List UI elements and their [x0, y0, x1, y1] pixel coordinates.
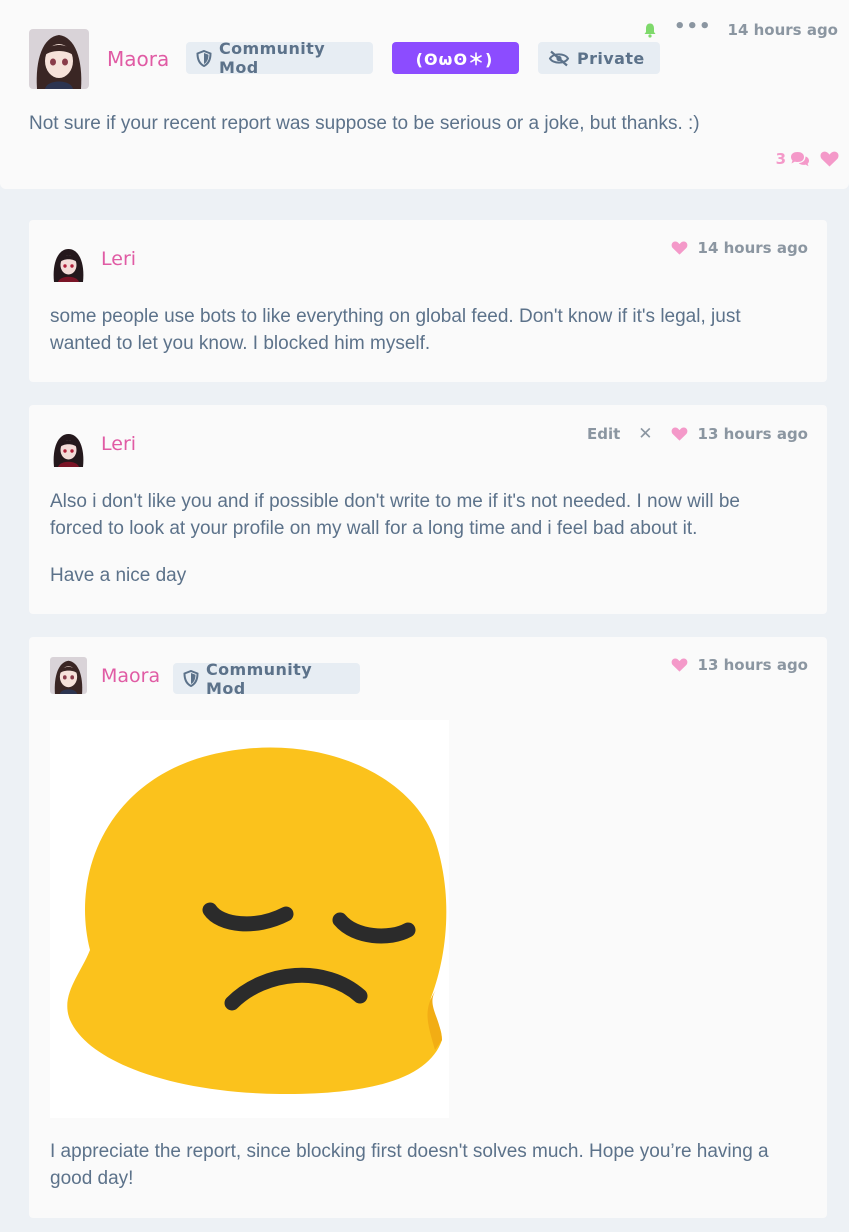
- reply-count: 3: [775, 150, 786, 168]
- reply-meta: 14 hours ago: [671, 239, 808, 257]
- eye-off-icon: [548, 50, 570, 66]
- heart-icon[interactable]: [671, 241, 688, 255]
- badge-label: Community Mod: [206, 659, 313, 698]
- reply-time[interactable]: 14 hours ago: [698, 239, 808, 257]
- heart-icon[interactable]: [671, 658, 688, 672]
- post-actions: ••• 14 hours ago: [642, 18, 838, 40]
- badge-label: Community Mod: [219, 39, 326, 77]
- comments-icon: [791, 152, 809, 167]
- pensive-face-emoji-image[interactable]: [50, 720, 449, 1118]
- paragraph: Have a nice day: [50, 565, 187, 586]
- reply-text: some people use bots to like everything …: [50, 303, 797, 357]
- close-icon[interactable]: ✕: [638, 424, 652, 444]
- reply-time[interactable]: 13 hours ago: [698, 656, 808, 674]
- paragraph: some people use bots to like everything …: [50, 306, 741, 354]
- more-dots-icon[interactable]: •••: [674, 18, 712, 36]
- bell-icon[interactable]: [642, 22, 658, 38]
- shield-icon: [196, 49, 212, 67]
- reply-card: Maora Community Mod 13 hours ago I appre…: [29, 637, 827, 1218]
- avatar[interactable]: [50, 245, 87, 282]
- avatar[interactable]: [50, 430, 87, 467]
- reply-text: I appreciate the report, since blocking …: [50, 1138, 797, 1192]
- private-badge: Private: [538, 42, 660, 74]
- reply-card: Leri 14 hours ago some people use bots t…: [29, 220, 827, 382]
- badge-label: Private: [577, 48, 645, 68]
- paragraph: I appreciate the report, since blocking …: [50, 1141, 769, 1189]
- reply-text: Also i don't like you and if possible do…: [50, 488, 797, 589]
- avatar[interactable]: [50, 657, 87, 694]
- badge-label: (ʘωʘ＊): [415, 50, 494, 69]
- author-name[interactable]: Leri: [101, 248, 136, 270]
- author-name[interactable]: Leri: [101, 433, 136, 455]
- reply-meta: Edit ✕ 13 hours ago: [587, 424, 808, 444]
- author-name[interactable]: Maora: [107, 47, 169, 71]
- edit-button[interactable]: Edit: [587, 425, 620, 443]
- reply-count-button[interactable]: 3: [776, 150, 810, 168]
- heart-icon[interactable]: [671, 427, 688, 441]
- reply-time[interactable]: 13 hours ago: [698, 425, 808, 443]
- post-time[interactable]: 14 hours ago: [728, 21, 838, 39]
- paragraph: Also i don't like you and if possible do…: [50, 491, 740, 539]
- author-name[interactable]: Maora: [101, 665, 160, 687]
- heart-icon[interactable]: [820, 151, 839, 167]
- activity-post: Maora Community Mod (ʘωʘ＊) Private ••• 1…: [0, 0, 849, 189]
- community-mod-badge: Community Mod: [173, 660, 360, 698]
- shield-icon: [183, 670, 199, 687]
- avatar[interactable]: [29, 29, 89, 89]
- reply-meta: 13 hours ago: [671, 656, 808, 674]
- post-text: Not sure if your recent report was suppo…: [29, 113, 700, 134]
- community-mod-badge: Community Mod: [186, 39, 373, 77]
- kaomoji-badge: (ʘωʘ＊): [392, 42, 519, 74]
- post-stats: 3: [776, 150, 839, 168]
- reply-card: Leri Edit ✕ 13 hours ago Also i don't li…: [29, 405, 827, 614]
